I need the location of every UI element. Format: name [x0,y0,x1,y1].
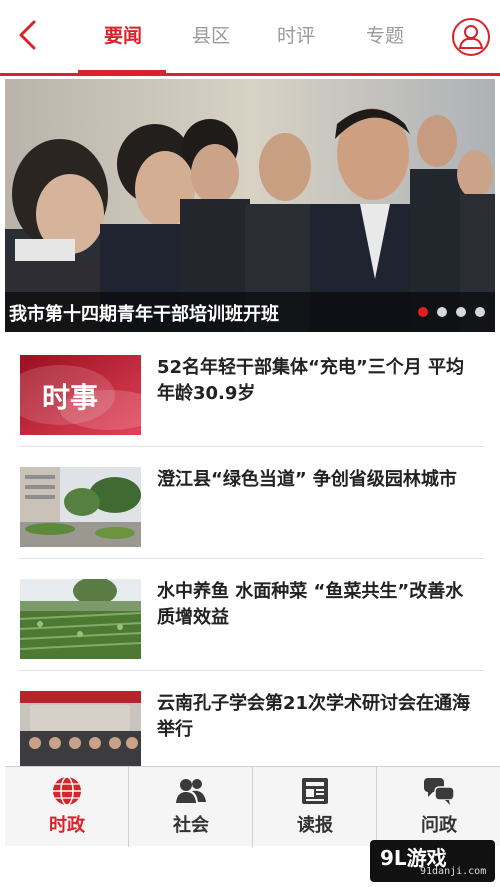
nav-item-wenzheng[interactable]: 问政 [377,767,500,847]
slide-dot-3[interactable] [456,307,466,317]
slide-dot-2[interactable] [437,307,447,317]
news-title: 云南孔子学会第21次学术研讨会在通海举行 [157,693,471,740]
hero-banner[interactable]: 我市第十四期青年干部培训班开班 [5,79,495,332]
hero-caption: 我市第十四期青年干部培训班开班 [5,292,495,332]
news-thumbnail [20,691,141,771]
chevron-left-icon [19,20,36,50]
nav-label: 时政 [49,815,85,836]
news-title: 水中养鱼 水面种菜 “鱼菜共生”改善水质增效益 [157,581,464,628]
news-title: 52名年轻干部集体“充电”三个月 平均年龄30.9岁 [157,357,464,404]
watermark-logo: 9L游戏 91danji.com [370,840,495,882]
news-title: 澄江县“绿色当道” 争创省级园林城市 [157,469,457,490]
chat-bubbles-icon [424,778,455,805]
watermark-sub: 91danji.com [420,866,487,877]
tab-xianqu[interactable]: 县区 [192,24,230,54]
people-icon [176,779,206,803]
bottom-nav: 时政 社会 读报 问政 [5,766,500,847]
newspaper-icon [302,778,328,804]
user-icon [458,25,484,49]
tab-yaowen[interactable]: 要闻 [104,24,142,54]
globe-icon [53,776,81,806]
news-thumbnail: 时事 [20,355,141,435]
nav-label: 问政 [421,815,457,836]
hero-title: 我市第十四期青年干部培训班开班 [9,304,279,325]
news-item[interactable]: 时事 52名年轻干部集体“充电”三个月 平均年龄30.9岁 [18,335,484,447]
active-tab-indicator [78,70,166,74]
nav-item-shehui[interactable]: 社会 [129,767,253,847]
news-item[interactable]: 澄江县“绿色当道” 争创省级园林城市 [18,447,484,559]
nav-item-shizheng[interactable]: 时政 [5,767,129,847]
tab-zhuanti[interactable]: 专题 [366,24,404,54]
tab-shiping[interactable]: 时评 [277,24,315,54]
news-thumbnail [20,579,141,659]
slide-dot-4[interactable] [475,307,485,317]
top-bar: 要闻 县区 时评 专题 [0,0,500,76]
thumb-label: 时事 [42,381,98,414]
nav-item-dubao[interactable]: 读报 [253,767,377,847]
nav-label: 读报 [297,815,333,836]
user-button[interactable] [452,18,490,56]
nav-label: 社会 [173,815,209,836]
back-button[interactable] [14,18,44,52]
news-item[interactable]: 水中养鱼 水面种菜 “鱼菜共生”改善水质增效益 [18,559,484,671]
news-thumbnail [20,467,141,547]
slide-dot-1[interactable] [418,307,428,317]
